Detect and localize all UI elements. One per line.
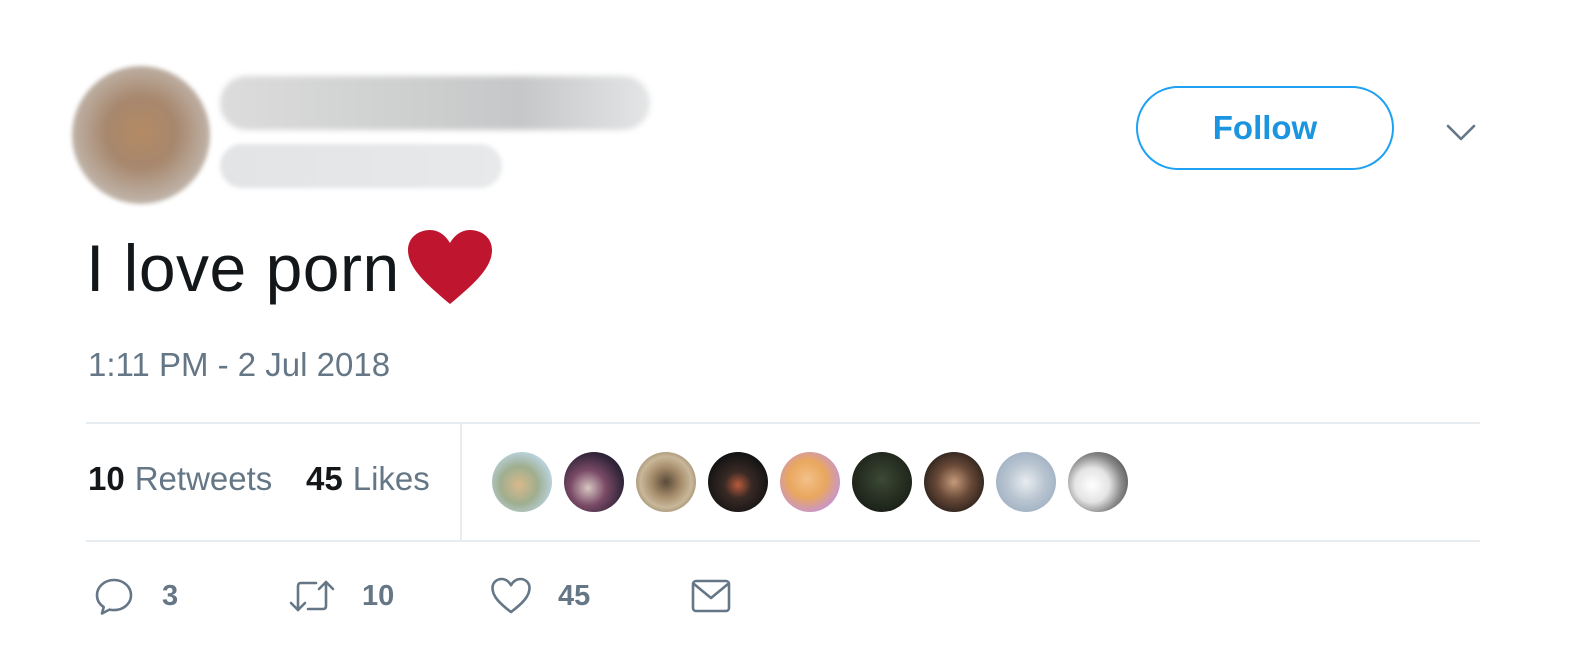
- tweet-text: I love porn: [86, 231, 400, 305]
- envelope-icon: [691, 579, 731, 613]
- like-button[interactable]: 45: [490, 576, 590, 616]
- liker-avatar[interactable]: [852, 452, 912, 512]
- retweet-button[interactable]: 10: [288, 576, 394, 616]
- red-heart-emoji-icon: [406, 228, 494, 308]
- reply-button[interactable]: 3: [94, 576, 178, 616]
- speech-bubble-icon: [95, 578, 133, 615]
- chevron-down-icon[interactable]: [1444, 116, 1478, 150]
- divider-bottom: [86, 540, 1480, 542]
- likes-stat-count: 45: [306, 460, 343, 497]
- display-name-redacted[interactable]: [220, 76, 650, 130]
- tweet-text-container: I love porn: [86, 226, 494, 310]
- direct-message-button[interactable]: [690, 576, 732, 616]
- username-redacted[interactable]: [220, 144, 502, 188]
- tweet-timestamp[interactable]: 1:11 PM - 2 Jul 2018: [88, 346, 390, 384]
- likes-stat-label: Likes: [352, 460, 430, 497]
- stats-vertical-divider: [460, 424, 462, 540]
- retweets-stat-count: 10: [88, 460, 125, 497]
- avatar[interactable]: [72, 66, 210, 204]
- likes-stat[interactable]: 45 Likes: [306, 460, 430, 498]
- liker-avatar[interactable]: [492, 452, 552, 512]
- heart-outline-icon: [491, 577, 531, 614]
- follow-button[interactable]: Follow: [1136, 86, 1394, 170]
- liker-avatar[interactable]: [780, 452, 840, 512]
- divider-top: [86, 422, 1480, 424]
- liker-avatar[interactable]: [1068, 452, 1128, 512]
- liker-avatar[interactable]: [924, 452, 984, 512]
- retweet-count: 10: [362, 579, 395, 612]
- liker-avatar[interactable]: [636, 452, 696, 512]
- likers-avatars: [492, 452, 1140, 512]
- liker-avatar[interactable]: [564, 452, 624, 512]
- liker-avatar[interactable]: [996, 452, 1056, 512]
- liker-avatar[interactable]: [708, 452, 768, 512]
- retweets-stat-label: Retweets: [134, 460, 273, 497]
- reply-count: 3: [162, 579, 179, 612]
- retweet-arrows-icon: [289, 580, 335, 612]
- retweets-stat[interactable]: 10 Retweets: [88, 460, 272, 498]
- like-count: 45: [558, 579, 591, 612]
